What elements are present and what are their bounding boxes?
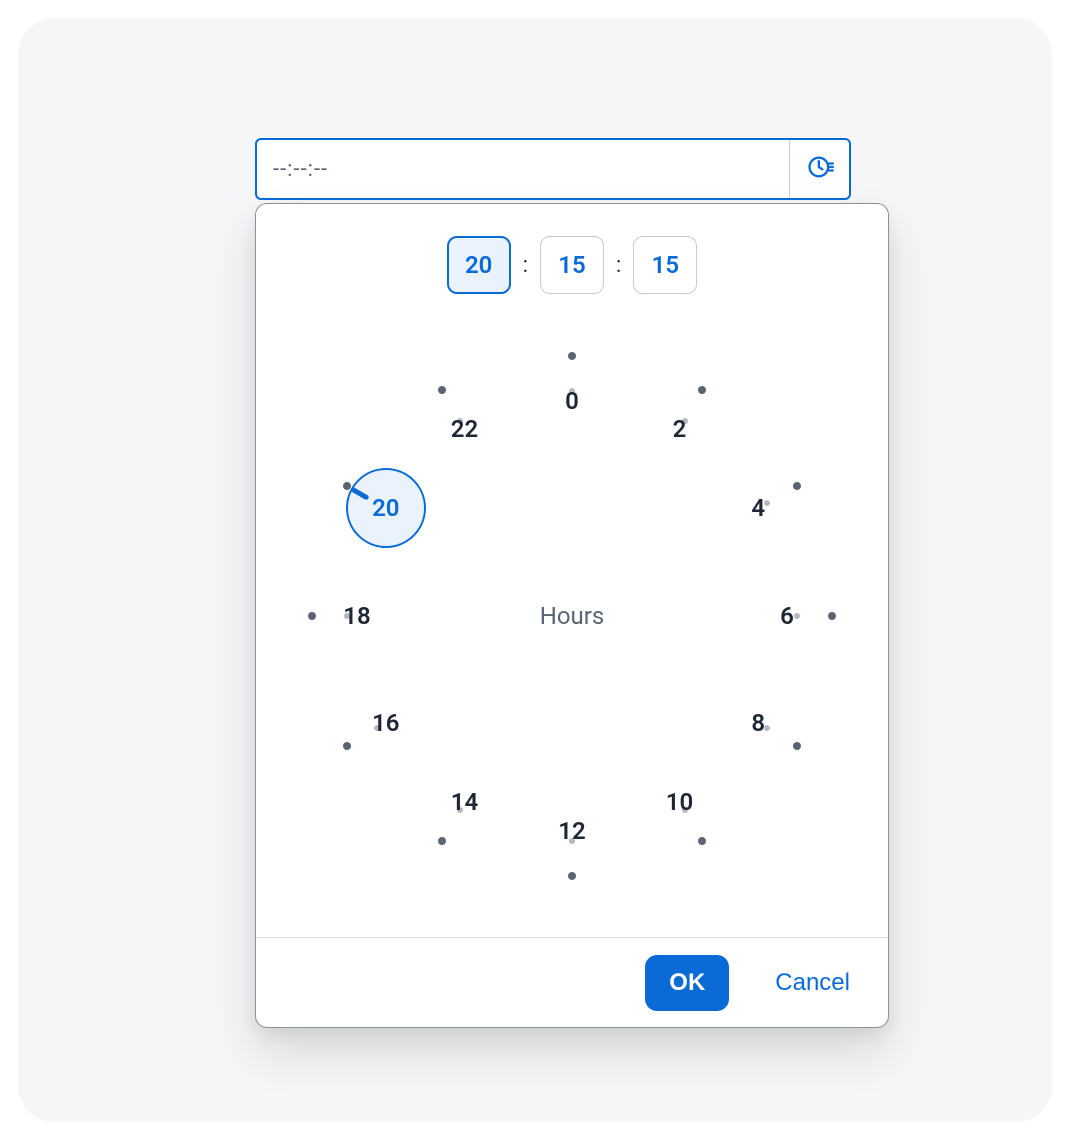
tick-dot xyxy=(828,612,836,620)
clock-hour[interactable]: 10 xyxy=(666,788,693,816)
tick-dot xyxy=(568,352,576,360)
time-segments: 20 : 15 : 15 xyxy=(256,236,888,294)
clock-face[interactable]: Hours 0 2 4 6 8 10 12 14 16 18 20 22 xyxy=(292,336,852,896)
tick-dot xyxy=(698,386,706,394)
clock-center-label: Hours xyxy=(540,602,605,630)
ok-button[interactable]: OK xyxy=(645,955,729,1011)
selected-hour[interactable]: 20 xyxy=(346,468,426,548)
clock-hour[interactable]: 22 xyxy=(451,415,478,443)
clock-hour[interactable]: 8 xyxy=(751,709,765,737)
separator: : xyxy=(519,253,532,278)
tick-dot xyxy=(793,482,801,490)
tick-dot xyxy=(308,612,316,620)
tick-dot xyxy=(438,837,446,845)
time-input-value: --:--:-- xyxy=(257,140,789,198)
tick-dot xyxy=(568,872,576,880)
tick-dot xyxy=(438,386,446,394)
time-picker-toggle-button[interactable] xyxy=(789,140,849,198)
clock-area: Hours 0 2 4 6 8 10 12 14 16 18 20 22 xyxy=(256,294,888,937)
tick-dot xyxy=(793,742,801,750)
time-input[interactable]: --:--:-- xyxy=(255,138,851,200)
popover-footer: OK Cancel xyxy=(256,937,888,1027)
cancel-button[interactable]: Cancel xyxy=(769,968,856,998)
separator: : xyxy=(612,253,625,278)
seconds-segment[interactable]: 15 xyxy=(633,236,697,294)
clock-hour[interactable]: 18 xyxy=(343,602,370,630)
clock-hour[interactable]: 4 xyxy=(751,494,765,522)
clock-hour[interactable]: 16 xyxy=(372,709,399,737)
minutes-segment[interactable]: 15 xyxy=(540,236,604,294)
clock-hour[interactable]: 2 xyxy=(673,415,687,443)
time-picker-popover: 20 : 15 : 15 Hours 0 2 4 6 8 10 12 14 16 18 20 22 O… xyxy=(255,203,889,1028)
tick-dot xyxy=(698,837,706,845)
clock-hour[interactable]: 12 xyxy=(558,817,585,845)
hours-segment[interactable]: 20 xyxy=(447,236,511,294)
clock-hour[interactable]: 14 xyxy=(451,788,478,816)
clock-icon xyxy=(806,153,834,185)
clock-hour[interactable]: 6 xyxy=(780,602,794,630)
tick-dot xyxy=(794,613,800,619)
page-canvas: --:--:-- 20 : 15 : 15 Hours xyxy=(18,18,1052,1122)
clock-hour[interactable]: 0 xyxy=(565,387,579,415)
tick-dot xyxy=(343,742,351,750)
